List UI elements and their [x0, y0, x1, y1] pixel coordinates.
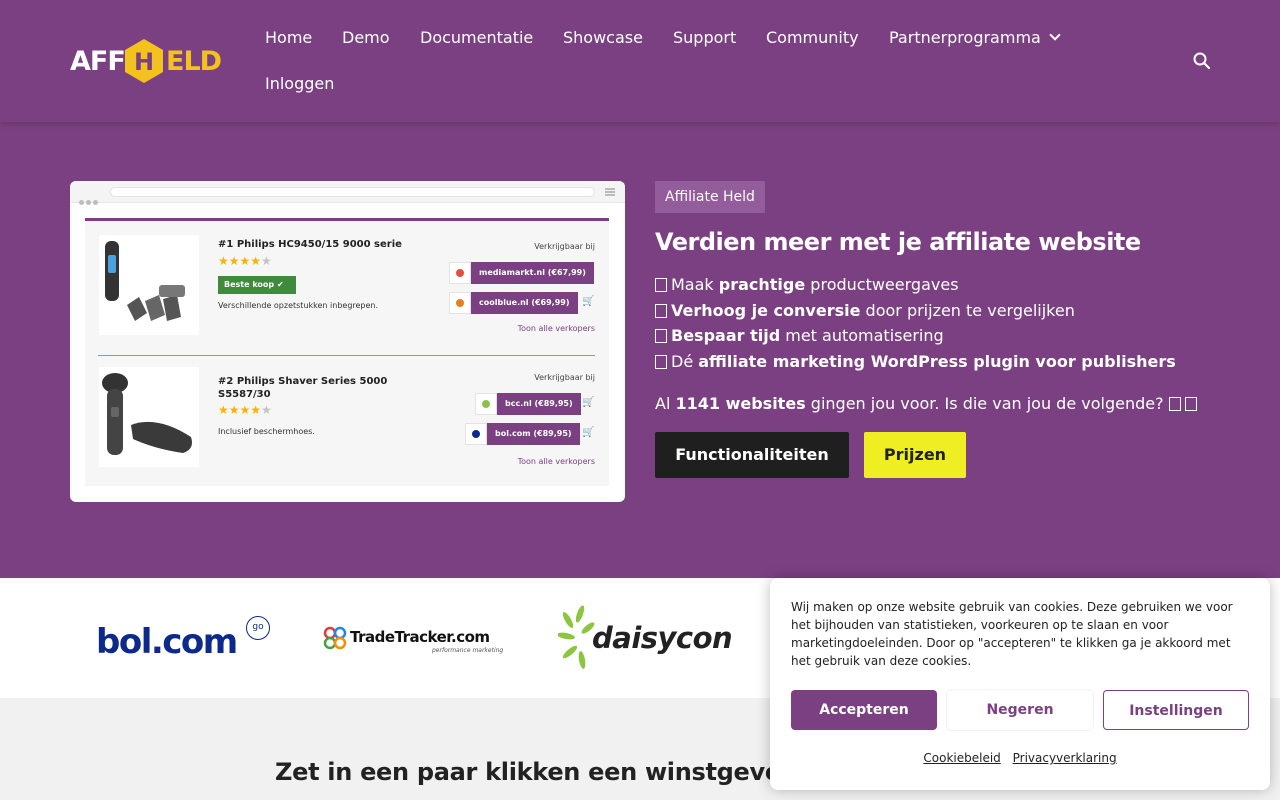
offer-bol: bol.com (€89,95) 🛒 — [465, 423, 595, 445]
cookie-links: Cookiebeleid Privacyverklaring — [770, 751, 1270, 765]
chevron-down-icon — [1049, 29, 1061, 41]
product-row: #2 Philips Shaver Series 5000 S5587/30 ★… — [85, 357, 609, 487]
feature-list: Maak prachtige productweergaves Verhoog … — [655, 272, 1176, 374]
nav-support[interactable]: Support — [673, 28, 736, 47]
product-title: #1 Philips HC9450/15 9000 serie — [218, 239, 402, 250]
offer-button: bcc.nl (€89,95) — [497, 393, 581, 415]
cookie-settings-button[interactable]: Instellingen — [1103, 690, 1249, 730]
daisycon-text: daisycon — [592, 621, 733, 655]
tradetracker-subtitle: performance marketing — [432, 647, 504, 654]
features-button[interactable]: Functionaliteiten — [655, 432, 849, 478]
offer-coolblue: coolblue.nl (€69,99) 🛒 — [449, 292, 595, 314]
cookie-accept-button[interactable]: Accepteren — [791, 690, 937, 730]
cookie-policy-link[interactable]: Cookiebeleid — [923, 751, 1000, 765]
product-description: Verschillende opzetstukken inbegrepen. — [218, 301, 379, 310]
hero-badge: Affiliate Held — [655, 181, 765, 213]
product-row: #1 Philips HC9450/15 9000 serie ★★★★★ Be… — [85, 221, 609, 351]
bol-go-icon: go — [246, 616, 270, 640]
tradetracker-logo: TradeTracker.com performance marketing — [322, 623, 507, 659]
feature-item: Verhoog je conversie door prijzen te ver… — [655, 298, 1176, 324]
window-dots-icon — [79, 190, 100, 209]
trimmer-product-image — [99, 235, 199, 335]
offer-button: mediamarkt.nl (€67,99) — [471, 262, 594, 284]
privacy-policy-link[interactable]: Privacyverklaring — [1013, 751, 1117, 765]
hero-title: Verdien meer met je affiliate website — [655, 228, 1141, 256]
show-all-sellers-link: Toon alle verkopers — [517, 457, 595, 466]
tradetracker-text: TradeTracker.com — [350, 628, 490, 646]
svg-text:H: H — [134, 48, 154, 76]
hamburger-icon — [605, 188, 615, 196]
check-icon — [655, 329, 667, 343]
check-icon — [655, 354, 667, 369]
shop-logo-icon — [449, 292, 471, 314]
product-divider — [98, 355, 595, 356]
tradetracker-circles-icon — [323, 626, 347, 650]
nav-community[interactable]: Community — [766, 28, 859, 47]
browser-url-bar — [110, 187, 595, 197]
section-title: Zet in een paar klikken een winstgevende… — [275, 758, 855, 786]
browser-bar — [70, 181, 625, 205]
offer-button: coolblue.nl (€69,99) — [471, 292, 578, 314]
logo-text-eld: ELD — [166, 46, 222, 77]
nav-demo[interactable]: Demo — [342, 28, 390, 47]
nav-home[interactable]: Home — [265, 28, 312, 47]
logo-hexagon-icon: H — [125, 39, 163, 83]
site-header: AFF H ELD Home Demo Documentatie Showcas… — [0, 0, 1280, 122]
nav-inloggen[interactable]: Inloggen — [265, 74, 334, 93]
hero-section: #1 Philips HC9450/15 9000 serie ★★★★★ Be… — [0, 122, 1280, 578]
nav-showcase[interactable]: Showcase — [563, 28, 643, 47]
rating-stars-icon: ★★★★★ — [218, 254, 272, 268]
cart-icon: 🛒 — [582, 427, 595, 438]
websites-count-text: Al 1141 websites gingen jou voor. Is die… — [655, 394, 1201, 413]
best-buy-badge: Beste koop ✔ — [218, 276, 296, 294]
rating-stars-icon: ★★★★★ — [218, 403, 272, 417]
cart-icon: 🛒 — [582, 397, 595, 408]
shop-logo-icon — [449, 262, 471, 284]
shop-logo-icon — [465, 423, 487, 445]
nav-partnerprogramma-label: Partnerprogramma — [889, 28, 1041, 47]
check-icon — [655, 303, 667, 318]
feature-item: Maak prachtige productweergaves — [655, 272, 1176, 298]
availability-label: Verkrijgbaar bij — [534, 373, 595, 382]
feature-item: Bespaar tijd met automatisering — [655, 323, 1176, 349]
offer-bcc: bcc.nl (€89,95) 🛒 — [475, 393, 595, 415]
prices-button[interactable]: Prijzen — [864, 432, 966, 478]
product-mockup-image: #1 Philips HC9450/15 9000 serie ★★★★★ Be… — [70, 181, 625, 502]
emoji-icon — [1184, 397, 1197, 411]
logo[interactable]: AFF H ELD — [70, 38, 222, 84]
cookie-text: Wij maken op onze website gebruik van co… — [791, 600, 1233, 668]
product-description: Inclusief beschermhoes. — [218, 427, 315, 436]
shaver-product-image — [99, 367, 199, 467]
comparison-table: #1 Philips HC9450/15 9000 serie ★★★★★ Be… — [85, 218, 609, 486]
logo-text-aff: AFF — [70, 46, 126, 77]
feature-item: Dé affiliate marketing WordPress plugin … — [655, 349, 1176, 375]
availability-label: Verkrijgbaar bij — [534, 242, 595, 251]
cart-icon: 🛒 — [582, 296, 595, 307]
shop-logo-icon — [475, 393, 497, 415]
nav-partnerprogramma[interactable]: Partnerprogramma — [889, 28, 1061, 47]
offer-mediamarkt: mediamarkt.nl (€67,99) — [449, 262, 595, 284]
offer-button: bol.com (€89,95) — [487, 423, 580, 445]
cookie-deny-button[interactable]: Negeren — [947, 690, 1093, 730]
nav-documentatie[interactable]: Documentatie — [420, 28, 533, 47]
show-all-sellers-link: Toon alle verkopers — [517, 324, 595, 333]
emoji-icon — [1168, 397, 1181, 411]
product-title: #2 Philips Shaver Series 5000 S5587/30 — [218, 376, 388, 400]
search-icon[interactable] — [1192, 51, 1212, 71]
cookie-banner: Wij maken op onze website gebruik van co… — [770, 578, 1270, 790]
check-icon — [655, 278, 667, 292]
bol-logo: bol.com — [96, 622, 238, 662]
daisycon-logo: daisycon — [558, 604, 733, 674]
